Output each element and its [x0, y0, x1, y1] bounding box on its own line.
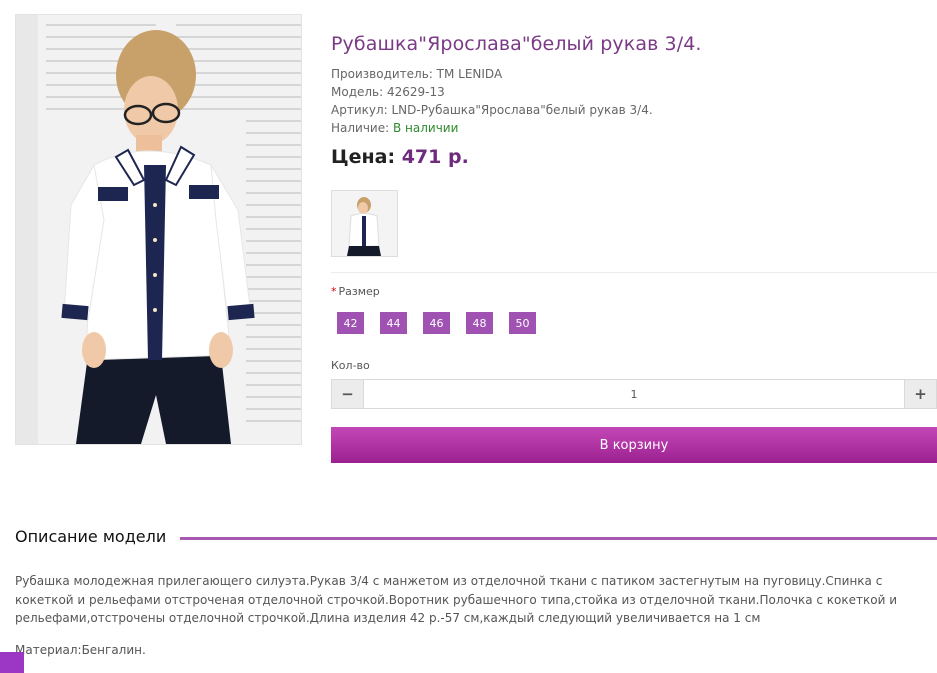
required-mark: *	[331, 285, 337, 298]
section-divider	[180, 537, 937, 540]
price-value: 471 р.	[401, 146, 469, 168]
divider	[331, 272, 937, 273]
size-option-48[interactable]: 48	[466, 312, 493, 334]
manufacturer: Производитель: TM LENIDA	[331, 67, 503, 81]
quantity-label: Кол-во	[331, 359, 370, 372]
product-title: Рубашка"Ярослава"белый рукав 3/4.	[331, 33, 702, 55]
material-text: Материал:Бенгалин.	[15, 643, 146, 657]
size-option-44[interactable]: 44	[380, 312, 407, 334]
product-thumbnail[interactable]	[331, 190, 398, 257]
model-number: Модель: 42629-13	[331, 85, 445, 99]
product-main-image[interactable]	[15, 14, 302, 445]
quantity-decrease-button[interactable]: −	[332, 380, 363, 408]
quantity-input[interactable]	[363, 380, 905, 408]
size-options: 42 44 46 48 50	[337, 312, 552, 334]
price: Цена: 471 р.	[331, 146, 469, 168]
description-text: Рубашка молодежная прилегающего силуэта.…	[15, 574, 897, 625]
size-option-42[interactable]: 42	[337, 312, 364, 334]
description-heading: Описание модели	[15, 527, 175, 546]
size-option-46[interactable]: 46	[423, 312, 450, 334]
size-label-text: Размер	[338, 285, 380, 298]
quantity-stepper: − +	[331, 379, 937, 409]
availability-status: В наличии	[392, 121, 459, 135]
availability-label: Наличие:	[331, 121, 393, 135]
price-label: Цена:	[331, 146, 396, 168]
add-to-cart-button[interactable]: В корзину	[331, 427, 937, 463]
size-option-50[interactable]: 50	[509, 312, 536, 334]
availability: Наличие: В наличии	[331, 119, 458, 137]
sku: Артикул: LND-Рубашка"Ярослава"белый рука…	[331, 103, 653, 117]
size-label: * Размер	[331, 285, 380, 298]
scroll-corner-widget[interactable]	[0, 652, 24, 673]
quantity-increase-button[interactable]: +	[905, 380, 936, 408]
